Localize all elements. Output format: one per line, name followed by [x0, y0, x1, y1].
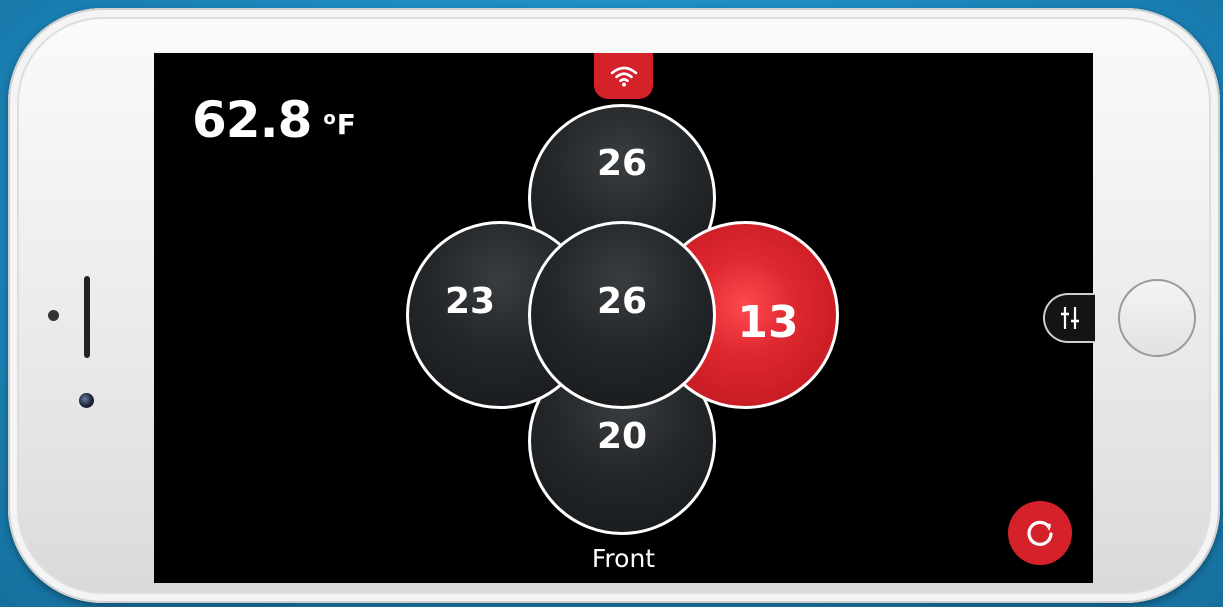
- settings-tab[interactable]: [1043, 293, 1095, 343]
- front-camera: [79, 393, 94, 408]
- connection-status-tab[interactable]: [594, 53, 653, 99]
- sliders-icon: [1061, 307, 1079, 329]
- temperature-unit-letter: F: [336, 108, 356, 141]
- tire-center[interactable]: 26: [528, 221, 716, 409]
- temperature-value: 62.8: [192, 91, 312, 149]
- front-orientation-label: Front: [591, 544, 656, 573]
- earpiece-speaker: [84, 276, 90, 358]
- refresh-button[interactable]: [1008, 501, 1072, 565]
- tire-top-value: 26: [596, 143, 648, 184]
- tire-center-value: 26: [596, 281, 648, 322]
- refresh-icon: [1027, 520, 1053, 546]
- temperature-readout: 62.8 oF: [192, 91, 356, 149]
- app-screen: 62.8 oF 26 20 23 13 26 Front: [154, 53, 1093, 583]
- phone-frame: 62.8 oF 26 20 23 13 26 Front: [8, 8, 1220, 603]
- temperature-unit: oF: [323, 108, 356, 141]
- wifi-icon: [610, 66, 637, 87]
- degree-symbol: o: [323, 108, 336, 129]
- tire-bottom-value: 20: [596, 416, 648, 457]
- proximity-sensor: [48, 310, 59, 321]
- home-button[interactable]: [1118, 279, 1196, 357]
